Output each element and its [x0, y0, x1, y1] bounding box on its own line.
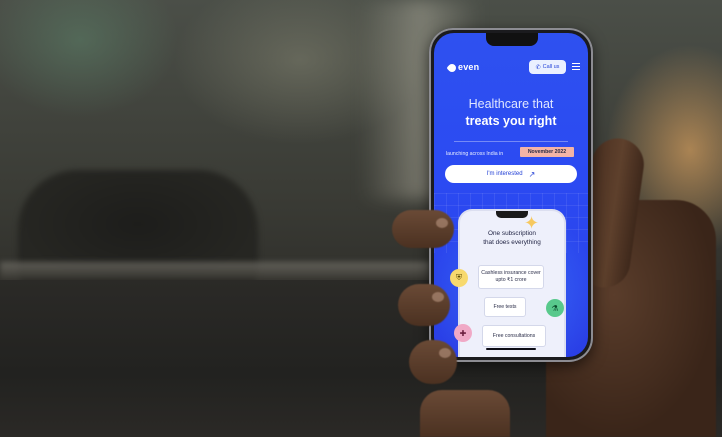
divider: [454, 141, 568, 142]
launch-date-badge: November 2022: [520, 147, 574, 157]
stethoscope-icon: ✚: [454, 324, 472, 342]
hand-finger-middle: [398, 284, 450, 326]
launch-text: launching across India in: [446, 151, 504, 157]
table-edge: [0, 262, 430, 280]
phone-icon: ✆: [535, 64, 541, 71]
test-tube-icon: ⚗: [546, 299, 564, 317]
hand-finger-index: [392, 210, 454, 248]
phone-screen: even ✆ Call us Healthcare that treats yo…: [434, 33, 588, 357]
interested-button[interactable]: I'm interested ↗: [445, 165, 577, 183]
sparkle-icon: ✦: [524, 213, 540, 233]
headline-line-1: Healthcare that: [468, 97, 554, 111]
top-nav: even ✆ Call us: [434, 60, 588, 83]
hand-finger-pinky: [420, 390, 510, 437]
feature-free-consultations: Free consultations: [482, 325, 546, 347]
logo-icon: [446, 62, 458, 74]
brand-logo[interactable]: even: [458, 62, 479, 72]
subscription-title: One subscription that does everything: [460, 229, 564, 247]
call-us-label: Call us: [542, 64, 560, 70]
hand-finger-ring: [409, 340, 457, 384]
feature-free-tests: Free tests: [484, 297, 526, 317]
menu-icon[interactable]: [572, 63, 580, 71]
subscription-title-line-1: One subscription: [488, 230, 536, 237]
headline-line-2: treats you right: [465, 114, 557, 128]
call-us-button[interactable]: ✆ Call us: [529, 60, 566, 74]
home-indicator: [486, 348, 536, 350]
subscription-title-line-2: that does everything: [483, 239, 541, 246]
arrow-up-right-icon: ↗: [528, 169, 536, 179]
smartphone: even ✆ Call us Healthcare that treats yo…: [429, 28, 593, 362]
interested-label: I'm interested: [486, 171, 523, 177]
feature-insurance: Cashless insurance cover upto ₹1 crore: [478, 265, 544, 289]
shield-icon: ⛨: [450, 269, 468, 287]
phone-notch: [486, 33, 538, 46]
